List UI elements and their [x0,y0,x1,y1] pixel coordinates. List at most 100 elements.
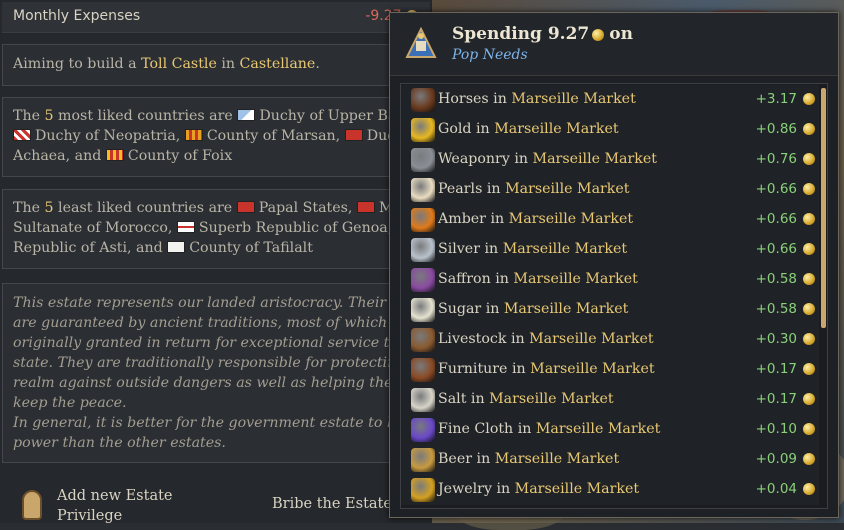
market-link[interactable]: Marseille Market [515,481,639,497]
market-link[interactable]: Marseille Market [505,181,629,197]
privilege-icon [22,490,42,520]
market-link[interactable]: Marseille Market [533,151,657,167]
goods-label: Beer in Marseille Market [438,451,620,467]
goods-row[interactable]: Silver in Marseille Market +0.66 [401,235,819,265]
goods-label: Pearls in Marseille Market [438,181,630,197]
market-link[interactable]: Marseille Market [536,421,660,437]
goods-row[interactable]: Beer in Marseille Market +0.09 [401,445,819,475]
goods-value: +0.86 [755,121,797,137]
coin-icon [803,423,815,435]
goods-value: +0.17 [755,361,797,377]
add-privilege-button[interactable]: Add new Estate Privilege [57,486,173,526]
goods-name: Pearls [438,181,483,197]
country-link[interactable]: Republic of Asti, and [13,240,163,256]
market-link[interactable]: Marseille Market [513,271,637,287]
goods-row[interactable]: Jewelry in Marseille Market +0.04 [401,475,819,505]
salt-icon [411,388,435,412]
goods-row[interactable]: Salt in Marseille Market +0.17 [401,385,819,415]
pearls-icon [411,178,435,202]
location-name[interactable]: Castellane [240,56,316,72]
coin-icon [803,453,815,465]
market-link[interactable]: Marseille Market [529,331,653,347]
coin-icon [803,93,815,105]
country-link[interactable]: Sultanate of Morocco, [13,220,172,236]
sugar-icon [411,298,435,322]
building-name[interactable]: Toll Castle [141,56,217,72]
goods-row[interactable]: Gold in Marseille Market +0.86 [401,115,819,145]
bribe-estate-button[interactable]: Bribe the Estate [272,496,392,512]
saffron-icon [411,268,435,292]
goods-row[interactable]: Weaponry in Marseille Market +0.76 [401,145,819,175]
goods-value: +3.17 [755,91,797,107]
coin-icon [803,153,815,165]
country-link[interactable]: County of Tafilalt [189,240,313,256]
flag-icon [344,129,363,141]
goods-row[interactable]: Amber in Marseille Market +0.66 [401,205,819,235]
goods-row[interactable]: Saffron in Marseille Market +0.58 [401,265,819,295]
monthly-expenses-row[interactable]: Monthly Expenses -9.27 [2,2,430,33]
goods-label: Gold in Marseille Market [438,121,619,137]
goods-name: Furniture [438,361,508,377]
goods-name: Fine Cloth [438,421,514,437]
goods-row[interactable]: Pearls in Marseille Market +0.66 [401,175,819,205]
market-link[interactable]: Marseille Market [504,301,628,317]
goods-row[interactable]: Furniture in Marseille Market +0.17 [401,355,819,385]
goods-label: Salt in Marseille Market [438,391,614,407]
coin-icon [803,303,815,315]
tooltip-subtitle: Pop Needs [452,47,528,63]
coin-icon [803,243,815,255]
market-link[interactable]: Marseille Market [503,241,627,257]
goods-label: Sugar in Marseille Market [438,301,629,317]
country-link[interactable]: Superb Republic of Genoa, [199,220,392,236]
market-link[interactable]: Marseille Market [494,121,618,137]
horse-icon [411,88,435,112]
weaponry-icon [411,148,435,172]
country-link[interactable]: County of Marsan, [207,128,340,144]
flag-icon [13,129,31,141]
flag-icon [237,109,256,121]
tooltip-header: Spending 9.27 on Pop Needs [390,13,838,76]
flag-icon [105,149,124,161]
goods-label: Horses in Marseille Market [438,91,636,107]
estate-crown-icon [405,27,437,58]
market-link[interactable]: Marseille Market [489,391,613,407]
market-link[interactable]: Marseille Market [509,211,633,227]
goods-label: Silver in Marseille Market [438,241,628,257]
goods-row[interactable]: Livestock in Marseille Market +0.30 [401,325,819,355]
country-link[interactable]: Achaea, and [13,148,101,164]
market-link[interactable]: Marseille Market [530,361,654,377]
goods-value: +0.58 [755,301,797,317]
goods-name: Saffron [438,271,491,287]
goods-value: +0.66 [755,211,797,227]
goods-value: +0.10 [755,421,797,437]
goods-row[interactable]: Fine Cloth in Marseille Market +0.10 [401,415,819,445]
goods-name: Beer [438,451,473,467]
goods-value: +0.04 [755,481,797,497]
silver-icon [411,238,435,262]
gold-icon [411,118,435,142]
coin-icon [803,483,815,495]
goods-name: Jewelry [438,481,492,497]
goods-name: Sugar [438,301,482,317]
spending-tooltip: Spending 9.27 on Pop Needs Horses in Mars… [389,12,839,518]
goods-value: +0.58 [755,271,797,287]
market-link[interactable]: Marseille Market [511,91,635,107]
goods-row[interactable]: Sugar in Marseille Market +0.58 [401,295,819,325]
goods-value: +0.66 [755,241,797,257]
goods-name: Weaponry [438,151,510,167]
goods-row[interactable]: Horses in Marseille Market +3.17 [401,85,819,115]
country-link[interactable]: Papal States, [259,200,353,216]
coin-icon [592,28,605,41]
least-liked-box: The 5 least liked countries are Papal St… [2,189,428,269]
tooltip-title: Spending 9.27 on [452,24,633,44]
country-link[interactable]: Duchy of Neopatria, [35,128,180,144]
goods-name: Silver [438,241,480,257]
coin-icon [803,183,815,195]
goods-label: Amber in Marseille Market [438,211,634,227]
goods-value: +0.30 [755,331,797,347]
country-link[interactable]: County of Foix [128,148,232,164]
goods-label: Saffron in Marseille Market [438,271,638,287]
coin-icon [803,213,815,225]
scrollbar[interactable] [821,88,826,328]
market-link[interactable]: Marseille Market [495,451,619,467]
